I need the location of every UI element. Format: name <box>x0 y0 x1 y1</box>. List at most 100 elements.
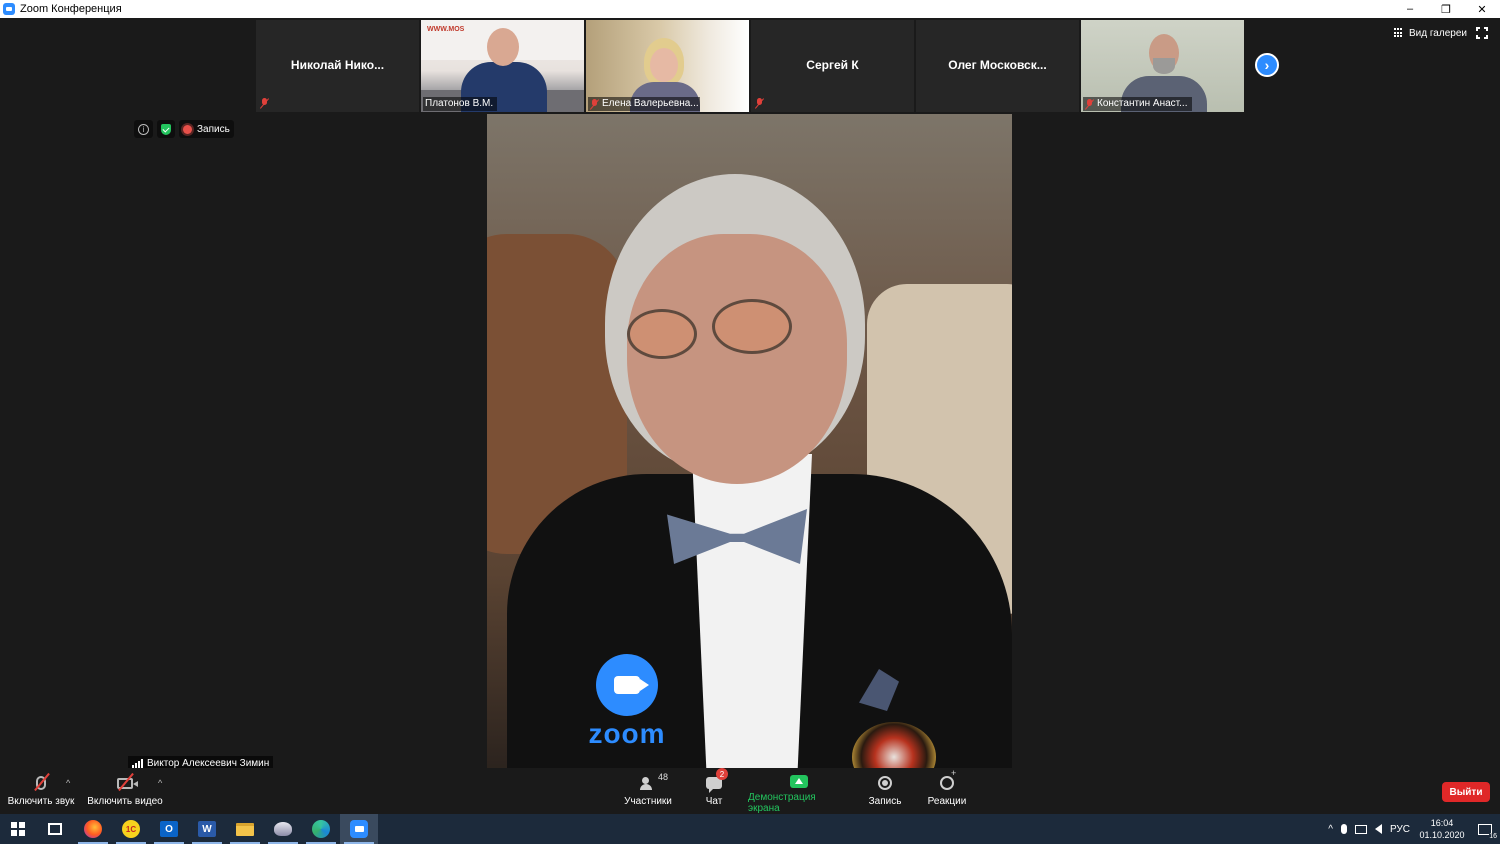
gallery-view-button[interactable]: Вид галереи <box>1388 24 1473 42</box>
system-tray: ^ РУС 16:04 01.10.2020 16 <box>1324 814 1500 844</box>
unmute-label: Включить звук <box>7 796 75 807</box>
participant-label: Елена Валерьевна... <box>588 97 700 111</box>
zoom-logo: zoom <box>577 654 677 750</box>
title-bar: Zoom Конференция – ❐ ✕ <box>0 0 1500 18</box>
reactions-label: Реакции <box>927 796 967 807</box>
fullscreen-button[interactable] <box>1476 27 1488 39</box>
participant-tile-oleg[interactable]: Олег Московск... <box>916 20 1079 112</box>
clock-time: 16:04 <box>1430 818 1454 828</box>
participant-tile-sergey[interactable]: Сергей К <box>751 20 914 112</box>
reaction-smiley-icon <box>940 776 954 790</box>
shield-icon <box>161 123 171 135</box>
participant-tile-elena[interactable]: Елена Валерьевна... <box>586 20 749 112</box>
windows-taskbar: 1С O W ^ РУС 16:04 01.10.2020 16 <box>0 814 1500 844</box>
participant-strip: Николай Нико... WWW.MOS Платонов В.М. Ел… <box>256 20 1244 112</box>
taskbar-1c[interactable]: 1С <box>112 814 150 844</box>
participant-name: Николай Нико... <box>290 58 385 72</box>
recording-label: Запись <box>197 123 230 135</box>
taskbar-outlook[interactable]: O <box>150 814 188 844</box>
meeting-toolbar: Включить звук ^ Включить видео ^ 48 Учас… <box>0 768 1500 814</box>
zoom-logo-text: zoom <box>588 718 666 749</box>
taskbar-file-explorer[interactable] <box>226 814 264 844</box>
network-icon[interactable] <box>1351 824 1371 834</box>
record-label: Запись <box>868 796 902 807</box>
microphone-tray-icon[interactable] <box>1337 824 1351 834</box>
start-button[interactable] <box>0 814 36 844</box>
grid-icon <box>1394 28 1404 38</box>
taskbar-task-view[interactable] <box>36 814 74 844</box>
share-screen-icon <box>790 774 808 788</box>
active-speaker-video: zoom <box>487 114 1012 771</box>
notification-icon: 16 <box>1478 823 1497 840</box>
volume-icon[interactable] <box>1371 824 1386 834</box>
participant-tile-konstantin[interactable]: Константин Анаст... <box>1081 20 1244 112</box>
participants-button[interactable]: 48 Участники <box>620 768 676 814</box>
close-window-button[interactable]: ✕ <box>1464 0 1500 18</box>
audio-options-caret-icon[interactable]: ^ <box>66 778 70 788</box>
notification-center-button[interactable]: 16 <box>1470 823 1500 840</box>
zoom-app-icon <box>3 3 15 15</box>
participant-label: Платонов В.М. <box>423 97 498 111</box>
zoom-camera-icon <box>596 654 658 716</box>
muted-mic-icon <box>1085 98 1094 110</box>
taskbar-zoom[interactable] <box>340 814 378 844</box>
participants-count: 48 <box>658 772 669 782</box>
participant-label: Константин Анаст... <box>1083 97 1192 111</box>
video-glasses-right <box>712 299 792 354</box>
clock-date: 01.10.2020 <box>1419 830 1465 840</box>
task-view-icon <box>48 823 62 835</box>
participant-name: Олег Московск... <box>948 58 1047 72</box>
share-screen-button[interactable]: Демонстрация экрана <box>748 768 850 814</box>
leave-meeting-button[interactable]: Выйти <box>1442 782 1490 802</box>
start-video-button[interactable]: Включить видео <box>86 768 164 814</box>
chevron-right-icon: › <box>1264 57 1270 73</box>
meeting-info-button[interactable]: i <box>134 120 153 138</box>
tray-overflow-chevron-icon[interactable]: ^ <box>1324 824 1337 835</box>
meeting-info-bar: i Запись <box>134 120 234 138</box>
windows-start-icon <box>11 822 25 836</box>
video-person-face <box>650 48 678 82</box>
taskbar-snipping[interactable] <box>264 814 302 844</box>
recording-dot-icon <box>183 124 192 134</box>
folder-icon <box>236 822 254 836</box>
input-language[interactable]: РУС <box>1386 824 1414 835</box>
minimize-button[interactable]: – <box>1392 0 1428 18</box>
encryption-button[interactable] <box>157 120 175 138</box>
info-icon: i <box>138 123 149 135</box>
gallery-view-label: Вид галереи <box>1409 27 1467 39</box>
restore-button[interactable]: ❐ <box>1428 0 1464 18</box>
outlook-icon: O <box>160 821 178 837</box>
next-page-button[interactable]: › <box>1255 53 1279 77</box>
video-face <box>627 234 847 484</box>
participant-name: Платонов В.М. <box>425 98 494 109</box>
participant-name: Сергей К <box>806 58 859 72</box>
unmute-button[interactable]: Включить звук <box>6 768 76 814</box>
taskbar-word[interactable]: W <box>188 814 226 844</box>
taskbar-firefox[interactable] <box>74 814 112 844</box>
taskbar-edge[interactable] <box>302 814 340 844</box>
record-icon <box>878 776 892 790</box>
participant-tile-platonov[interactable]: WWW.MOS Платонов В.М. <box>421 20 584 112</box>
muted-mic-icon <box>755 98 764 109</box>
video-options-caret-icon[interactable]: ^ <box>158 778 162 788</box>
notification-count: 16 <box>1489 832 1497 840</box>
edge-icon <box>312 820 330 838</box>
video-person-beard <box>1153 58 1175 74</box>
1c-icon: 1С <box>122 820 140 838</box>
muted-mic-icon <box>260 98 269 109</box>
participant-name: Елена Валерьевна... <box>602 98 699 109</box>
participants-label: Участники <box>624 796 672 807</box>
window-title: Zoom Конференция <box>20 3 122 15</box>
wall-text: WWW.MOS <box>427 26 465 33</box>
reactions-button[interactable]: + Реакции <box>924 768 970 814</box>
word-icon: W <box>198 821 216 837</box>
chat-label: Чат <box>705 796 723 807</box>
clock[interactable]: 16:04 01.10.2020 <box>1414 817 1470 841</box>
record-button[interactable]: Запись <box>864 768 906 814</box>
chat-button[interactable]: 2 Чат <box>696 768 732 814</box>
participant-tile-nikolay[interactable]: Николай Нико... <box>256 20 419 112</box>
meeting-area: Николай Нико... WWW.MOS Платонов В.М. Ел… <box>0 18 1500 814</box>
recording-indicator[interactable]: Запись <box>179 120 234 138</box>
signal-strength-icon <box>132 759 143 768</box>
start-video-label: Включить видео <box>87 796 163 807</box>
